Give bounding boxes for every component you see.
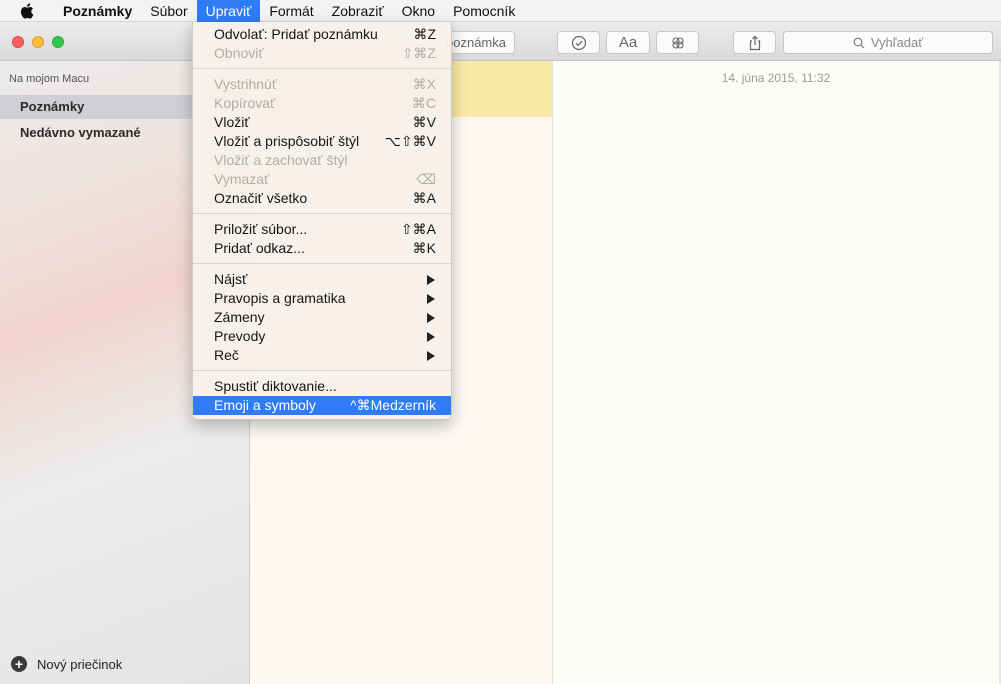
menu-item-label: Prevody (214, 328, 266, 344)
window-toolbar: poznámka Aa Vyhľadať (0, 22, 1001, 61)
menu-item[interactable]: Reč (193, 346, 451, 365)
menu-item[interactable]: Prevody (193, 327, 451, 346)
menu-item-label: Spustiť diktovanie... (214, 378, 337, 394)
menu-item-label: Obnoviť (214, 45, 264, 61)
submenu-arrow-icon (427, 313, 435, 323)
search-placeholder: Vyhľadať (870, 35, 924, 50)
menu-help[interactable]: Pomocník (444, 0, 524, 22)
menu-item-label: Zámeny (214, 309, 265, 325)
menu-item-label: Označiť všetko (214, 190, 308, 206)
share-icon (749, 35, 760, 50)
menu-item-label: Vymazať (214, 171, 270, 187)
notes-window: poznámka Aa Vyhľadať Na mojom Macu Pozná… (0, 22, 1001, 684)
menu-separator (193, 263, 451, 264)
menu-item-label: Vložiť a prispôsobiť štýl (214, 133, 360, 149)
menu-item[interactable]: Vložiť ⌘V (193, 113, 451, 132)
menu-item[interactable]: Vystrihnúť ⌘X (193, 75, 451, 94)
menu-item-label: Emoji a symboly (214, 397, 316, 413)
submenu-arrow-icon (427, 351, 435, 361)
menu-item-shortcut: ⌘V (412, 114, 436, 130)
menu-item-shortcut: ⌘A (412, 190, 436, 206)
menu-item[interactable]: Spustiť diktovanie... (193, 377, 451, 396)
share-button[interactable] (733, 31, 776, 54)
menu-item-shortcut: ⌫ (416, 171, 436, 187)
menu-item[interactable]: Zámeny (193, 308, 451, 327)
submenu-arrow-icon (427, 294, 435, 304)
menu-item[interactable]: Obnoviť ⇧⌘Z (193, 44, 451, 63)
new-folder-button[interactable]: + Nový priečinok (11, 656, 122, 672)
menu-item-label: Vložiť a zachovať štýl (214, 152, 348, 168)
menu-item[interactable]: Nájsť (193, 270, 451, 289)
menu-item-shortcut: ⌘C (411, 95, 436, 111)
menu-format[interactable]: Formát (260, 0, 322, 22)
sidebar-section-header: Na mojom Macu (9, 73, 90, 85)
menu-item-shortcut: ⌘K (412, 240, 436, 256)
menu-item-shortcut: ⌥⇧⌘V (384, 133, 436, 149)
new-note-label: poznámka (446, 35, 506, 50)
menu-file[interactable]: Súbor (141, 0, 196, 22)
menu-window[interactable]: Okno (393, 0, 444, 22)
checkmark-circle-icon (571, 35, 586, 50)
menu-item-label: Priložiť súbor... (214, 221, 308, 237)
search-input[interactable]: Vyhľadať (783, 31, 993, 54)
menu-item[interactable]: Označiť všetko ⌘A (193, 189, 451, 208)
menu-item-label: Odvolať: Pridať poznámku (214, 26, 378, 42)
menu-item[interactable]: Vložiť a prispôsobiť štýl ⌥⇧⌘V (193, 132, 451, 151)
menu-item-label: Reč (214, 347, 239, 363)
menu-bar: Poznámky Súbor Upraviť Formát Zobraziť O… (0, 0, 1001, 22)
menu-separator (193, 370, 451, 371)
menu-item-shortcut: ⇧⌘Z (401, 45, 436, 61)
menu-item-label: Vystrihnúť (214, 76, 278, 92)
menu-item[interactable]: Pravopis a gramatika (193, 289, 451, 308)
search-icon (853, 37, 865, 48)
menu-item[interactable]: Vymazať ⌫ (193, 170, 451, 189)
menu-item-label: Vložiť (214, 114, 250, 130)
menu-item-label: Pravopis a gramatika (214, 290, 346, 306)
zoom-window-button[interactable] (52, 36, 64, 48)
menu-item-shortcut: ⌘Z (413, 26, 436, 42)
menu-item[interactable]: Emoji a symboly ^⌘Medzerník (193, 396, 451, 415)
checklist-button[interactable] (557, 31, 600, 54)
new-folder-label: Nový priečinok (37, 656, 123, 672)
menu-item[interactable]: Priložiť súbor... ⇧⌘A (193, 220, 451, 239)
menu-view[interactable]: Zobraziť (323, 0, 393, 22)
menu-item-shortcut: ^⌘Medzerník (350, 397, 436, 413)
submenu-arrow-icon (427, 275, 435, 285)
attachments-button[interactable] (656, 31, 699, 54)
menu-item[interactable]: Kopírovať ⌘C (193, 94, 451, 113)
format-button[interactable]: Aa (606, 31, 650, 54)
menu-app-name[interactable]: Poznámky (54, 0, 141, 22)
menu-item-label: Kopírovať (214, 95, 276, 111)
plus-icon: + (11, 656, 27, 672)
menu-separator (193, 213, 451, 214)
note-editor[interactable]: 14. júna 2015, 11:32 (553, 61, 999, 684)
minimize-window-button[interactable] (32, 36, 44, 48)
menu-item[interactable]: Pridať odkaz... ⌘K (193, 239, 451, 258)
menu-item-shortcut: ⌘X (412, 76, 436, 92)
menu-item-label: Pridať odkaz... (214, 240, 305, 256)
attachments-icon (671, 36, 684, 49)
menu-separator (193, 68, 451, 69)
format-label: Aa (618, 34, 638, 51)
menu-item-label: Nájsť (214, 271, 248, 287)
menu-item-shortcut: ⇧⌘A (400, 221, 436, 237)
submenu-arrow-icon (427, 332, 435, 342)
menu-edit[interactable]: Upraviť (196, 0, 261, 22)
apple-icon[interactable] (20, 2, 34, 19)
menu-item[interactable]: Vložiť a zachovať štýl (193, 151, 451, 170)
menu-item[interactable]: Odvolať: Pridať poznámku ⌘Z (193, 25, 451, 44)
close-window-button[interactable] (12, 36, 24, 48)
note-date: 14. júna 2015, 11:32 (721, 71, 831, 85)
edit-menu-dropdown: Odvolať: Pridať poznámku ⌘Z Obnoviť ⇧⌘Z Vyst… (192, 22, 452, 420)
